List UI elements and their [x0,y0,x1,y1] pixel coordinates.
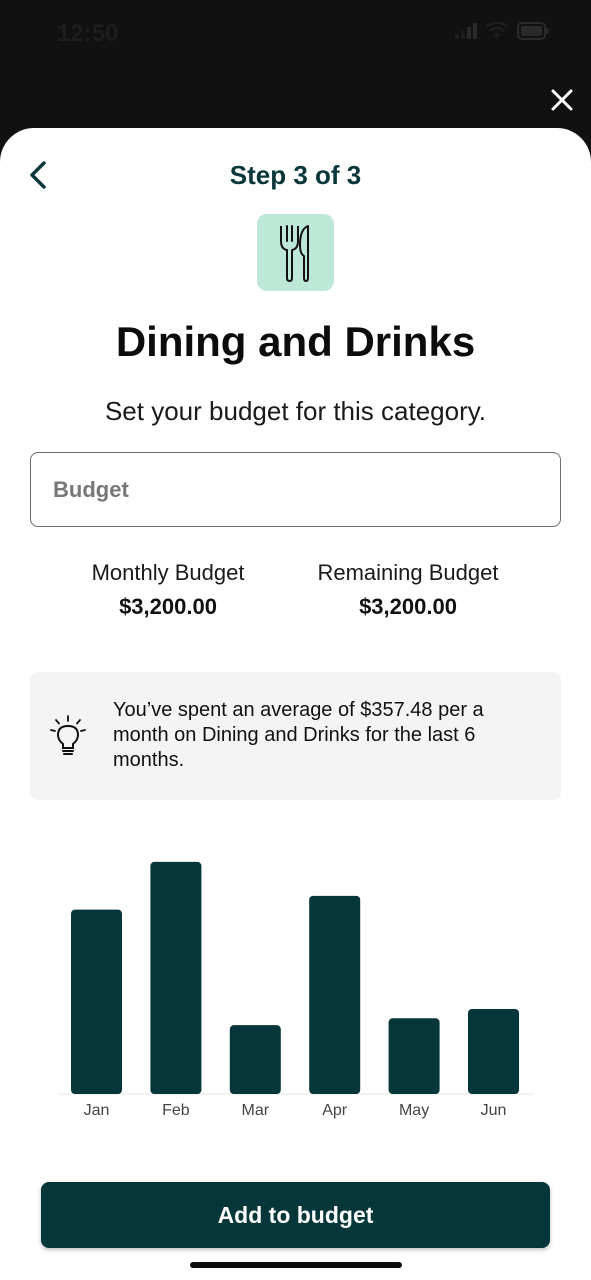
status-bar: 12:50 [0,0,591,70]
add-to-budget-button[interactable]: Add to budget [41,1182,550,1248]
remaining-budget-stat: Remaining Budget $3,200.00 [278,560,538,620]
budget-sheet: Step 3 of 3 Dining and Drinks Set your b… [0,128,591,1280]
chart-bars [71,861,519,1094]
chart-x-label-jun: Jun [481,1102,507,1119]
category-icon-tile [257,214,334,291]
wifi-icon [485,22,509,39]
monthly-budget-value: $3,200.00 [119,594,217,619]
fork-knife-icon [279,224,309,282]
home-indicator [190,1262,402,1268]
battery-icon [517,22,549,40]
category-subtitle: Set your budget for this category. [104,396,487,426]
chart-x-label-may: May [399,1102,429,1119]
chart-bar-may [388,1018,440,1094]
lightbulb-icon [50,715,86,755]
step-indicator: Step 3 of 3 [229,160,362,190]
signal-icon [455,23,477,39]
chart-x-labels: Jan Feb Mar Apr May Jun [84,1102,507,1119]
chart-bar-jun [468,1008,519,1094]
monthly-budget-label: Monthly Budget [91,560,245,585]
chart-bar-apr [309,895,361,1094]
chart-bar-mar [229,1025,281,1094]
spending-tip: You’ve spent an average of $357.48 per a… [30,672,561,800]
remaining-budget-value: $3,200.00 [359,594,457,619]
chart-x-label-mar: Mar [242,1102,270,1119]
budget-input[interactable] [30,452,561,527]
chart-bar-feb [150,861,202,1094]
chart-x-label-feb: Feb [162,1102,190,1119]
chart-x-label-jan: Jan [84,1102,110,1119]
close-icon[interactable] [548,86,576,114]
status-icons [455,22,549,40]
tip-text: You’ve spent an average of $357.48 per a… [113,699,484,771]
chart-x-label-apr: Apr [322,1102,348,1119]
status-time: 12:50 [57,20,119,47]
remaining-budget-label: Remaining Budget [317,560,499,585]
chart-bar-jan [71,909,122,1094]
category-title: Dining and Drinks [115,318,476,365]
spending-chart: Jan Feb Mar Apr May Jun [58,861,534,1119]
monthly-budget-stat: Monthly Budget $3,200.00 [38,560,298,620]
